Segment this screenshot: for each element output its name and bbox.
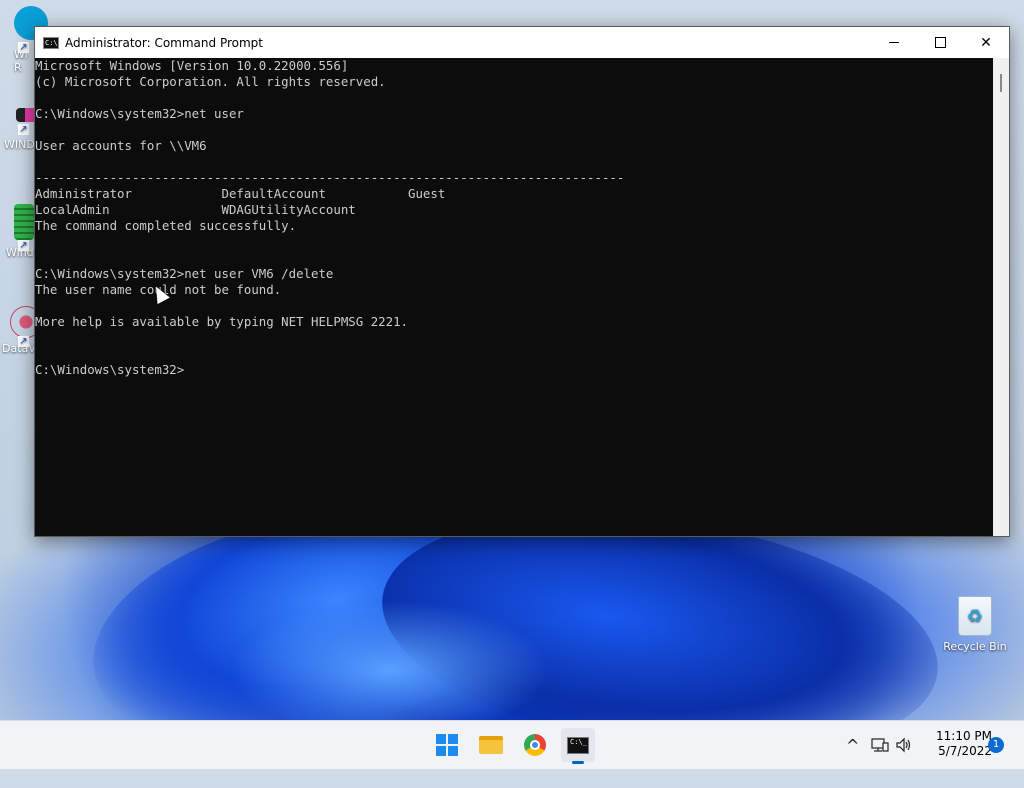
vertical-scrollbar[interactable] <box>993 58 1009 536</box>
shortcut-arrow-icon: ↗ <box>18 42 29 53</box>
console-line: (c) Microsoft Corporation. All rights re… <box>35 74 386 89</box>
console-line: More help is available by typing NET HEL… <box>35 314 408 329</box>
console-line: C:\Windows\system32>net user <box>35 106 244 121</box>
minimize-button[interactable] <box>871 27 917 58</box>
shortcut-arrow-icon: ↗ <box>18 240 29 251</box>
command-prompt-taskbar-button[interactable]: C:\_ <box>561 728 595 764</box>
chevron-up-icon[interactable]: ^ <box>846 736 859 755</box>
window-titlebar[interactable]: C:\ Administrator: Command Prompt ✕ <box>35 27 1009 58</box>
console-line: Administrator DefaultAccount Guest <box>35 186 446 201</box>
minimize-icon <box>889 42 899 43</box>
maximize-icon <box>934 37 946 48</box>
console-line: User accounts for \\VM6 <box>35 138 207 153</box>
scrollbar-thumb[interactable] <box>1000 74 1002 92</box>
recycle-bin-label: Recycle Bin <box>943 640 1007 653</box>
file-explorer-button[interactable] <box>474 728 508 762</box>
console-line: C:\Windows\system32> <box>35 362 185 377</box>
terminal-icon: C:\_ <box>567 736 589 754</box>
clock-date: 5/7/2022 <box>938 744 992 758</box>
console-line: Microsoft Windows [Version 10.0.22000.55… <box>35 58 349 73</box>
clock-time: 11:10 PM <box>936 729 992 743</box>
recycle-bin[interactable]: ♻ Recycle Bin <box>940 596 1010 653</box>
close-icon: ✕ <box>980 34 992 51</box>
shortcut-arrow-icon: ↗ <box>18 124 29 135</box>
taskbar-clock[interactable]: 11:10 PM 5/7/2022 <box>922 729 992 759</box>
chrome-icon <box>524 734 546 756</box>
network-icon[interactable] <box>871 737 890 753</box>
console-line: LocalAdmin WDAGUtilityAccount <box>35 202 356 217</box>
app-shortcut-icon <box>14 204 34 240</box>
volume-icon[interactable] <box>895 737 913 753</box>
system-tray: ^ <box>846 721 913 769</box>
console-line: C:\Windows\system32>net user VM6 /delete <box>35 266 334 281</box>
windows-start-icon <box>436 734 458 756</box>
chrome-button[interactable] <box>518 728 552 762</box>
window-controls: ✕ <box>871 27 1009 58</box>
start-button[interactable] <box>430 728 464 762</box>
wallpaper-swirl <box>230 600 550 740</box>
command-prompt-window[interactable]: C:\ Administrator: Command Prompt ✕ Micr… <box>34 26 1010 537</box>
close-button[interactable]: ✕ <box>963 27 1009 58</box>
taskbar: C:\_ ^ 11:10 PM 5/7/2022 1 <box>0 720 1024 769</box>
console-line: The command completed successfully. <box>35 218 297 233</box>
console-output[interactable]: Microsoft Windows [Version 10.0.22000.55… <box>35 58 993 536</box>
shortcut-arrow-icon: ↗ <box>18 336 29 347</box>
notification-badge[interactable]: 1 <box>988 737 1004 753</box>
maximize-button[interactable] <box>917 27 963 58</box>
console-line: ----------------------------------------… <box>35 170 625 185</box>
window-title: Administrator: Command Prompt <box>65 35 263 50</box>
console-line: The user name could not be found. <box>35 282 282 297</box>
folder-icon <box>479 736 503 754</box>
recycle-bin-icon: ♻ <box>958 596 992 636</box>
cmd-icon: C:\ <box>43 36 59 49</box>
